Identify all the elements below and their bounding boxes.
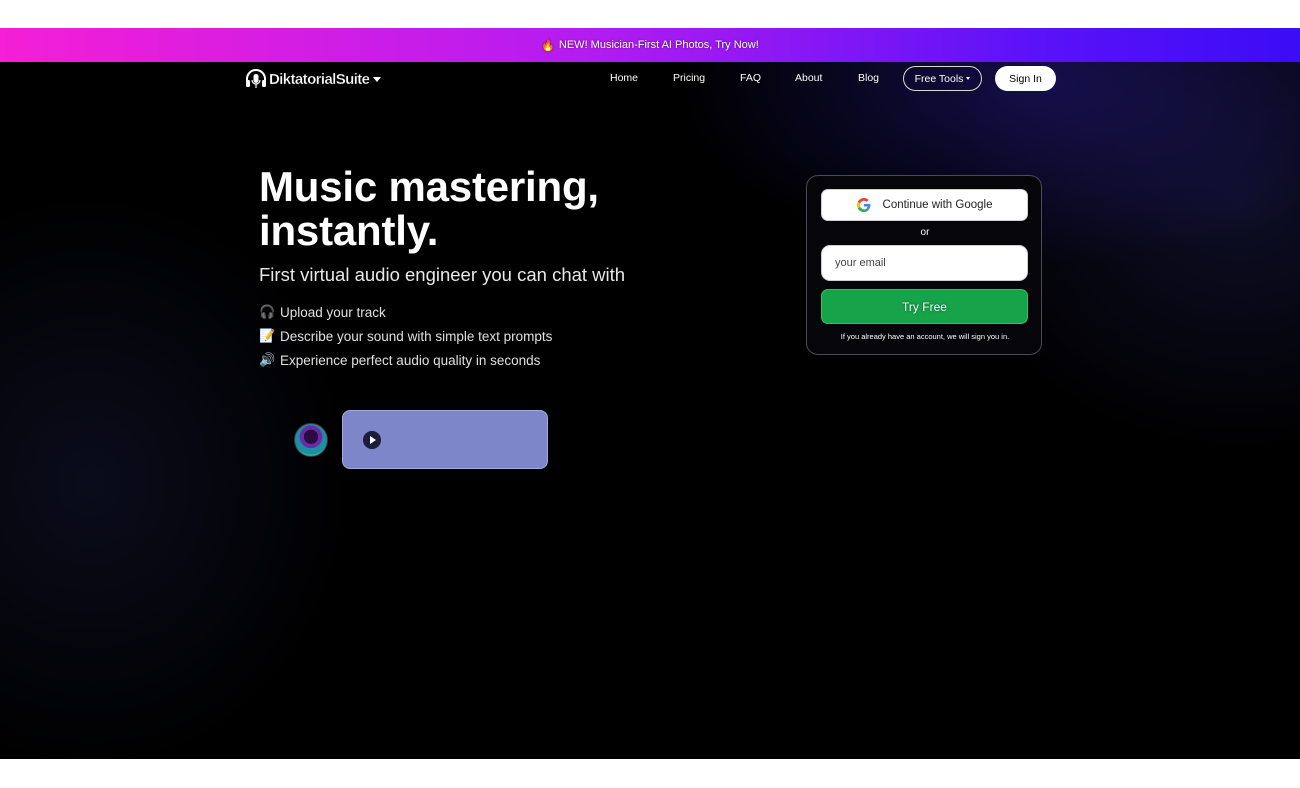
announcement-banner[interactable]: 🔥 NEW! Musician-First AI Photos, Try Now… xyxy=(0,28,1300,62)
try-free-button[interactable]: Try Free xyxy=(821,289,1028,324)
hero-section: DiktatorialSuite Home Pricing FAQ About … xyxy=(0,62,1300,759)
hero-subtitle: First virtual audio engineer you can cha… xyxy=(259,264,626,285)
signup-card: Continue with Google or Try Free If you … xyxy=(806,175,1042,355)
feature-text: Describe your sound with simple text pro… xyxy=(280,328,553,344)
chevron-down-icon[interactable] xyxy=(373,76,382,82)
page: 🔥 NEW! Musician-First AI Photos, Try Now… xyxy=(0,0,1300,788)
google-icon xyxy=(856,198,870,212)
nav-faq[interactable]: FAQ xyxy=(740,72,761,84)
nav-blog[interactable]: Blog xyxy=(858,72,879,84)
or-divider: or xyxy=(920,227,930,238)
signin-note: If you already have an account, we will … xyxy=(840,332,1010,341)
fire-icon: 🔥 xyxy=(541,39,555,52)
headphones-icon: 🎧 xyxy=(259,304,276,319)
nav-about[interactable]: About xyxy=(795,72,822,84)
feature-item-describe: 📝 Describe your sound with simple text p… xyxy=(259,328,552,344)
hero-title: Music mastering, instantly. xyxy=(259,163,599,254)
banner-text[interactable]: NEW! Musician-First AI Photos, Try Now! xyxy=(559,39,759,51)
google-button-label: Continue with Google xyxy=(882,199,993,211)
feature-text: Upload your track xyxy=(280,304,386,320)
continue-with-google-button[interactable]: Continue with Google xyxy=(821,189,1028,221)
nav-pricing[interactable]: Pricing xyxy=(673,72,705,84)
brand-name: DiktatorialSuite xyxy=(269,70,370,88)
feature-text: Experience perfect audio quality in seco… xyxy=(280,352,541,368)
avatar xyxy=(294,423,328,457)
feature-item-experience: 🔊 Experience perfect audio quality in se… xyxy=(259,352,540,368)
free-tools-dropdown[interactable]: Free Tools xyxy=(903,66,982,91)
speaker-icon: 🔊 xyxy=(259,352,276,367)
audio-player xyxy=(342,410,548,469)
play-button[interactable] xyxy=(363,431,381,449)
feature-item-upload: 🎧 Upload your track xyxy=(259,304,386,320)
nav-home[interactable]: Home xyxy=(610,72,638,84)
sign-in-button[interactable]: Sign In xyxy=(995,66,1056,91)
email-input[interactable] xyxy=(821,245,1028,281)
headphones-microphone-icon xyxy=(246,69,266,88)
play-icon xyxy=(370,436,376,444)
free-tools-label: Free Tools xyxy=(914,72,964,85)
memo-icon: 📝 xyxy=(259,328,276,343)
brand-logo[interactable]: DiktatorialSuite xyxy=(244,66,382,92)
chevron-down-icon xyxy=(966,77,971,80)
